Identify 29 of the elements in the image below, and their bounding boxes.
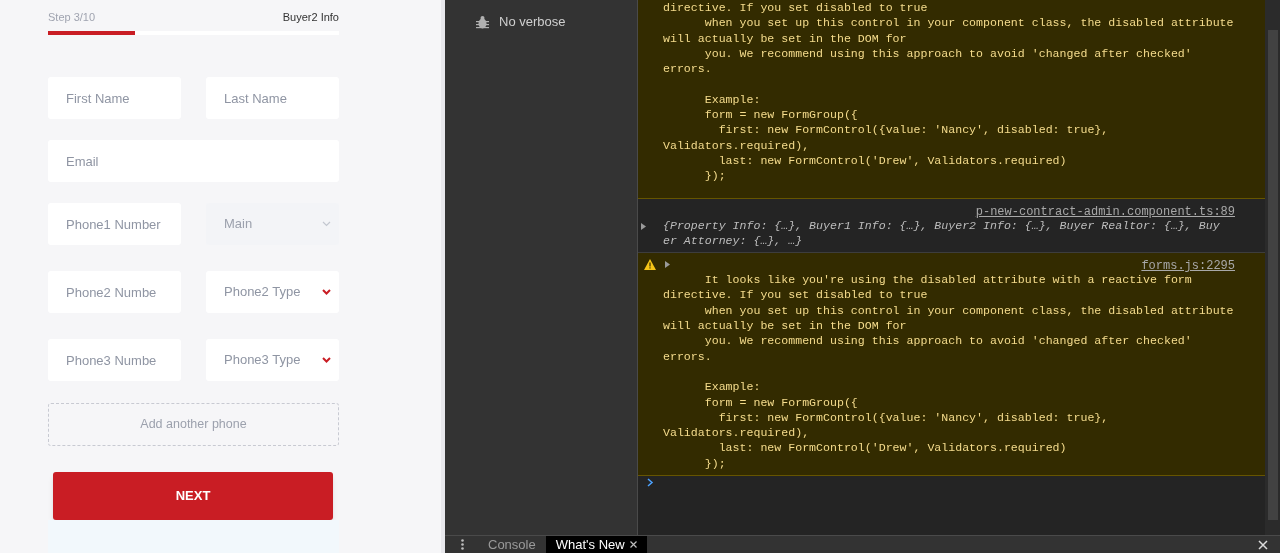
input-field[interactable]: First Name: [48, 77, 181, 119]
scrollbar[interactable]: [1265, 0, 1280, 535]
chevron-down-icon: [322, 357, 331, 363]
next-button[interactable]: NEXT: [53, 472, 333, 520]
input-field[interactable]: Last Name: [206, 77, 339, 119]
bug-icon: [476, 15, 489, 29]
chevron-down-icon: [322, 221, 331, 227]
expand-arrow-icon[interactable]: [665, 261, 670, 269]
input-field[interactable]: Phone1 Number: [48, 203, 181, 245]
sidebar-item[interactable]: No verbose: [445, 12, 637, 32]
step-title: Buyer2 Info: [282, 9, 339, 25]
expand-arrow-icon[interactable]: [641, 222, 646, 230]
more-options-icon[interactable]: [461, 539, 464, 550]
dropdown[interactable]: Phone3 Type: [206, 339, 339, 381]
message-text: {Property Info: {…}, Buyer1 Info: {…}, Buyer2 Info: {…}, Buyer Realtor: {…}, Buy er Attorney: {…}, …}: [663, 218, 1221, 249]
input-field[interactable]: Phone3 Numbe: [48, 339, 181, 381]
dropdown[interactable]: Phone2 Type: [206, 271, 339, 313]
step-label: Step 3/10: [48, 9, 96, 25]
chevron-down-icon: [322, 289, 331, 295]
message-text: directive. If you set disabled to true when you set up this control in your component class, the disabled attribute will actually be set in the DOM for you. We recommend using this approach to avoid 'changed after checked' errors. Example: form = new FormGroup({ first: new FormControl({value: 'Nancy', disabled: true}, Validators.required), last: new FormControl('Drew', Validators.required) });: [663, 0, 1235, 184]
input-field[interactable]: Email: [48, 140, 339, 182]
source-link[interactable]: p-new-contract-admin.component.ts:89: [975, 202, 1235, 221]
close-icon[interactable]: [629, 541, 637, 548]
close-icon[interactable]: [1258, 539, 1268, 550]
drawer-tab[interactable]: Console: [478, 536, 546, 553]
drawer-tab[interactable]: What's New: [545, 536, 647, 553]
prompt-chevron-icon[interactable]: [647, 478, 654, 487]
input-field[interactable]: Phone2 Numbe: [48, 271, 181, 313]
warning-icon: [644, 259, 656, 271]
